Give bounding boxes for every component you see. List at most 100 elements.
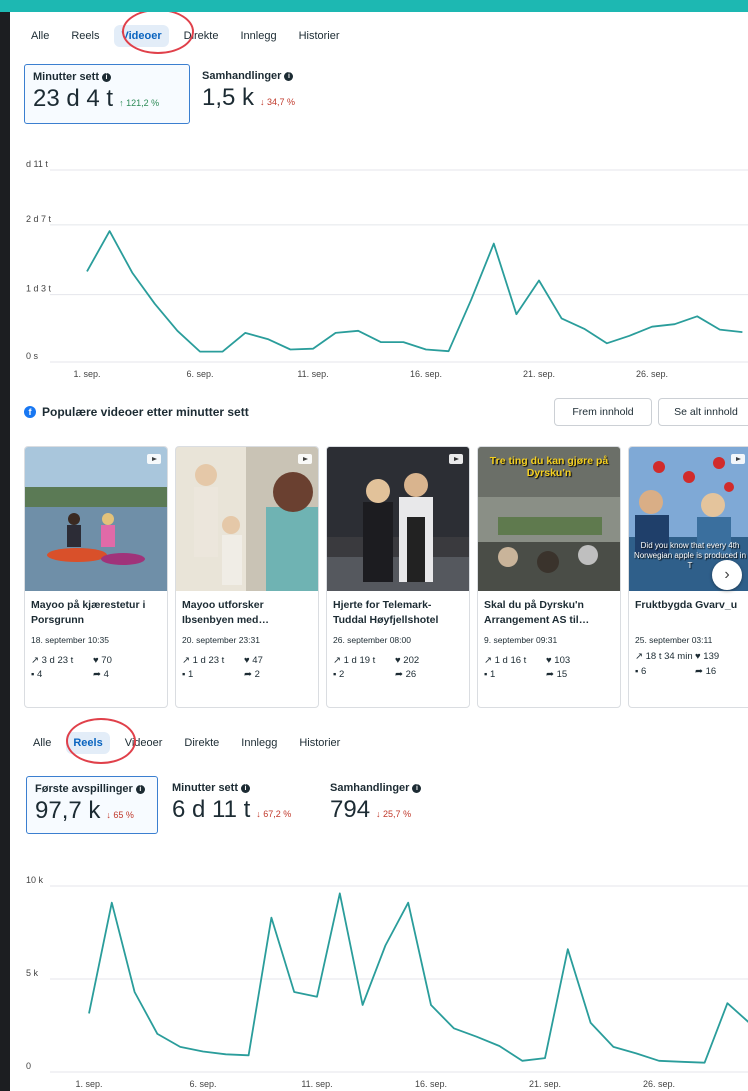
tab-direkte[interactable]: Direkte bbox=[177, 732, 226, 754]
metric-card-interactions[interactable]: Samhandlinger i 794 ↓ 25,7 % bbox=[322, 776, 462, 834]
video-title[interactable]: Mayoo på kjærestetur i Porsgrunn bbox=[25, 591, 167, 631]
metric-change: ↓ 25,7 % bbox=[376, 809, 412, 819]
video-card[interactable]: Hjerte for Telemark-Tuddal Høyfjellshote… bbox=[326, 446, 470, 708]
tab-reels[interactable]: Reels bbox=[66, 732, 110, 754]
y-tick-label: 2 d 7 t bbox=[26, 214, 52, 224]
comments-value: 1 bbox=[188, 669, 194, 680]
video-thumbnail[interactable] bbox=[176, 447, 318, 591]
x-tick-label: 6. sep. bbox=[189, 1079, 216, 1089]
series-line bbox=[86, 230, 743, 353]
metric-label: Første avspillinger bbox=[35, 783, 133, 795]
video-date: 18. september 10:35 bbox=[31, 635, 109, 645]
likes-value: 47 bbox=[252, 655, 263, 666]
shares-stat: ➦ 16 bbox=[695, 666, 717, 677]
info-icon[interactable]: i bbox=[284, 71, 294, 81]
video-type-icon bbox=[147, 454, 161, 464]
tab-innlegg[interactable]: Innlegg bbox=[234, 732, 284, 754]
metric-card-minutes[interactable]: Minutter sett i 6 d 11 t ↓ 67,2 % bbox=[164, 776, 314, 834]
shares-stat: ➦ 2 bbox=[244, 669, 260, 680]
tab-alle[interactable]: Alle bbox=[24, 25, 56, 47]
tab-innlegg[interactable]: Innlegg bbox=[233, 25, 283, 47]
video-card[interactable]: Mayoo på kjærestetur i Porsgrunn 18. sep… bbox=[24, 446, 168, 708]
x-tick-label: 1. sep. bbox=[73, 369, 100, 379]
info-icon[interactable]: i bbox=[412, 783, 422, 793]
x-tick-label: 21. sep. bbox=[523, 369, 555, 379]
tab-direkte[interactable]: Direkte bbox=[177, 25, 226, 47]
y-tick-label: 0 bbox=[26, 1061, 31, 1071]
promote-content-button[interactable]: Frem innhold bbox=[554, 398, 652, 426]
metric-value: 794 bbox=[330, 796, 371, 823]
minutes-value: 3 d 23 t bbox=[41, 655, 74, 666]
video-title[interactable]: Fruktbygda Gvarv_u bbox=[629, 591, 748, 631]
video-title[interactable]: Skal du på Dyrsku'n Arrangement AS til… bbox=[478, 591, 620, 631]
hotel-couple-image bbox=[327, 447, 469, 591]
video-date: 25. september 03:11 bbox=[635, 635, 713, 645]
metric-label: Samhandlinger bbox=[330, 782, 410, 794]
tab-historier[interactable]: Historier bbox=[292, 25, 347, 47]
likes-value: 70 bbox=[101, 655, 112, 666]
x-tick-label: 11. sep. bbox=[297, 369, 328, 379]
minutes-viewed-line-chart: 0 s 1 d 3 t 2 d 7 t d 11 t 1. sep. 6. sep. 11.… bbox=[26, 159, 748, 379]
comments-stat: ▪ 6 bbox=[635, 666, 647, 677]
first-plays-line-chart: 0 5 k 10 k 1. sep. 6. sep. 11. sep. 16. sep. 21… bbox=[26, 875, 748, 1089]
x-tick-label: 16. sep. bbox=[415, 1079, 447, 1089]
info-icon[interactable]: i bbox=[102, 72, 111, 82]
shares-stat: ➦ 26 bbox=[395, 669, 417, 680]
kayak-lake-image bbox=[25, 447, 167, 591]
metric-value: 1,5 k bbox=[202, 84, 255, 111]
video-title[interactable]: Mayoo utforsker Ibsenbyen med… bbox=[176, 591, 318, 631]
x-tick-label: 1. sep. bbox=[75, 1079, 102, 1089]
x-tick-label: 26. sep. bbox=[636, 369, 668, 379]
top-accent-bar bbox=[0, 0, 748, 12]
shares-stat: ➦ 15 bbox=[546, 669, 568, 680]
tab-historier[interactable]: Historier bbox=[292, 732, 347, 754]
video-type-icon bbox=[449, 454, 463, 464]
likes-stat: ♥ 202 bbox=[395, 655, 420, 666]
y-tick-label: 5 k bbox=[26, 968, 39, 978]
comments-stat: ▪ 4 bbox=[31, 669, 43, 680]
metric-label: Minutter sett bbox=[33, 71, 99, 83]
popular-videos-heading: f Populære videoer etter minutter sett bbox=[24, 405, 249, 419]
info-icon[interactable]: i bbox=[241, 783, 250, 793]
shares-value: 15 bbox=[556, 669, 568, 680]
metric-change: ↓ 65 % bbox=[106, 810, 134, 820]
video-type-icon bbox=[731, 454, 745, 464]
see-all-content-button[interactable]: Se alt innhold bbox=[658, 398, 748, 426]
comments-stat: ▪ 1 bbox=[182, 669, 194, 680]
x-tick-label: 6. sep. bbox=[186, 369, 213, 379]
video-card[interactable]: Mayoo utforsker Ibsenbyen med… 20. septe… bbox=[175, 446, 319, 708]
minutes-stat: ↗ 1 d 19 t bbox=[333, 655, 376, 666]
metric-card-minutes[interactable]: Minutter sett i 23 d 4 t ↑ 121,2 % bbox=[24, 64, 190, 124]
video-thumbnail[interactable]: Tre ting du kan gjøre på Dyrsku'n bbox=[478, 447, 620, 591]
y-tick-label: d 11 t bbox=[26, 159, 48, 169]
likes-stat: ♥ 47 bbox=[244, 655, 263, 666]
shares-value: 4 bbox=[103, 669, 109, 680]
content-type-tabs-bottom: Alle Reels Videoer Direkte Innlegg Histo… bbox=[26, 732, 355, 754]
carousel-next-button[interactable]: › bbox=[712, 560, 742, 590]
tab-videoer[interactable]: Videoer bbox=[118, 732, 170, 754]
metric-card-interactions[interactable]: Samhandlinger i 1,5 k ↓ 34,7 % bbox=[194, 64, 334, 124]
video-date: 26. september 08:00 bbox=[333, 635, 411, 645]
tab-alle[interactable]: Alle bbox=[26, 732, 58, 754]
video-type-icon bbox=[298, 454, 312, 464]
likes-value: 103 bbox=[554, 655, 571, 666]
thumbnail-overlay-text: Tre ting du kan gjøre på Dyrsku'n bbox=[489, 455, 609, 479]
tab-videoer[interactable]: Videoer bbox=[114, 25, 169, 47]
metric-label: Minutter sett bbox=[172, 782, 238, 794]
info-icon[interactable]: i bbox=[135, 784, 145, 794]
video-card[interactable]: Tre ting du kan gjøre på Dyrsku'n Skal d… bbox=[477, 446, 621, 708]
series-line bbox=[88, 892, 748, 1064]
minutes-stat: ↗ 3 d 23 t bbox=[31, 655, 74, 666]
video-thumbnail[interactable] bbox=[327, 447, 469, 591]
metric-value: 97,7 k bbox=[35, 797, 101, 824]
likes-stat: ♥ 103 bbox=[546, 655, 571, 666]
video-thumbnail[interactable] bbox=[25, 447, 167, 591]
metric-change: ↓ 67,2 % bbox=[256, 809, 292, 819]
left-dark-strip bbox=[0, 12, 10, 1091]
metric-card-first-plays[interactable]: Første avspillinger i 97,7 k ↓ 65 % bbox=[26, 776, 158, 834]
popular-videos-title: Populære videoer etter minutter sett bbox=[42, 405, 249, 419]
y-tick-label: 0 s bbox=[26, 351, 39, 361]
tab-reels[interactable]: Reels bbox=[64, 25, 106, 47]
minutes-stat: ↗ 1 d 23 t bbox=[182, 655, 225, 666]
video-title[interactable]: Hjerte for Telemark-Tuddal Høyfjellshote… bbox=[327, 591, 469, 631]
